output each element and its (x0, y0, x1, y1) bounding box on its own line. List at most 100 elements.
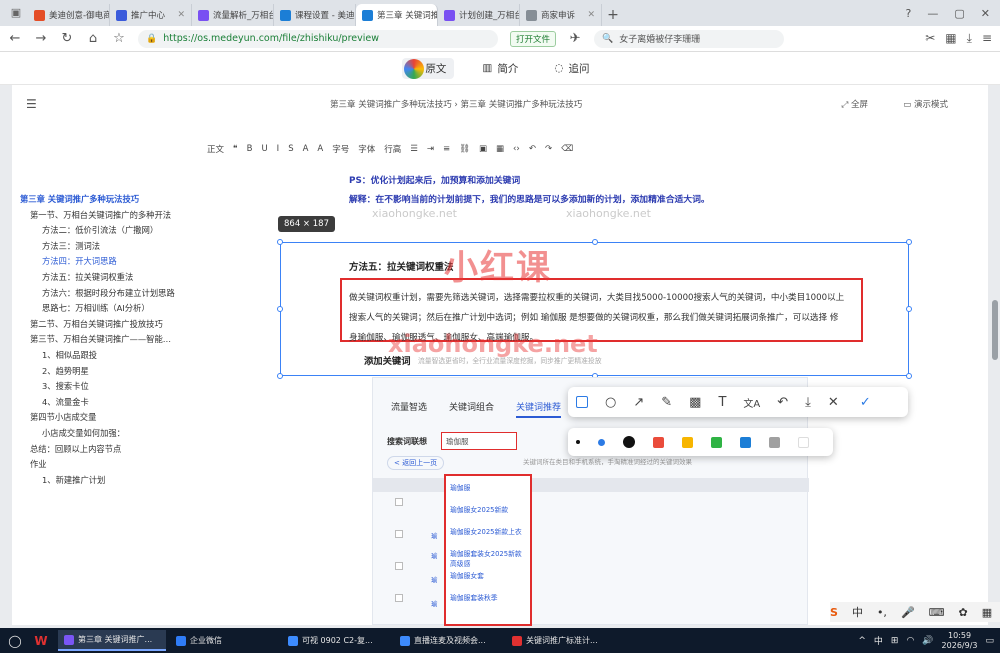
sidebar-toggle-icon[interactable]: ▣ (8, 5, 24, 21)
color-swatch[interactable] (740, 436, 751, 448)
resize-handle[interactable] (906, 306, 912, 312)
format-tool[interactable]: A (317, 144, 323, 154)
outline-item[interactable]: 小店成交量如何加强： (20, 427, 195, 443)
suggestion-item[interactable]: 瑜伽服套装女2025新款高级感 (446, 542, 530, 568)
outline-toggle-icon[interactable]: ☰ (26, 97, 37, 111)
outline-item[interactable]: 总结：回顾以上内容节点 (20, 443, 195, 459)
tab-qa[interactable]: ◌ 追问 (546, 58, 597, 79)
code-icon[interactable]: ‹› (513, 144, 520, 154)
taskbar-app[interactable]: 直播连麦及视频会... (394, 630, 502, 651)
mosaic-tool-icon[interactable]: ▩ (689, 395, 701, 410)
tab-close-icon[interactable]: ✕ (587, 10, 595, 20)
tab-close-icon[interactable]: ✕ (177, 10, 185, 20)
scissors-icon[interactable]: ✂ (925, 31, 935, 46)
clear-icon[interactable]: ⌫ (561, 144, 573, 154)
search-box[interactable]: 🔍 女子离婚被仔李珊珊 (594, 29, 785, 48)
keyboard-icon[interactable]: ⌨ (929, 606, 945, 619)
close-icon[interactable]: ✕ (828, 395, 839, 410)
page-scrollbar[interactable] (992, 300, 998, 360)
forward-icon[interactable]: → (34, 31, 48, 46)
format-tool[interactable]: 字号 (332, 143, 349, 155)
sogou-icon[interactable]: S (830, 606, 838, 619)
redo-icon[interactable]: ↷ (545, 144, 552, 154)
new-tab-button[interactable]: + (602, 4, 624, 26)
link-icon[interactable]: ⛓ (459, 144, 470, 154)
arrow-tool-icon[interactable]: ↗ (633, 395, 644, 410)
format-tool[interactable]: I (277, 144, 280, 154)
outline-item[interactable]: 第四节小店成交量 (20, 411, 195, 427)
download-icon[interactable]: ⤓ (967, 31, 972, 46)
outline-item[interactable]: 思路七：万相训练（AI分析） (20, 302, 195, 318)
url-field[interactable]: 🔒 https://os.medeyun.com/file/zhishiku/p… (138, 29, 498, 48)
stroke-large-dot[interactable] (623, 436, 635, 448)
outline-item[interactable]: 第一节、万相台关键词推广的多种开法 (20, 209, 195, 225)
indent-icon[interactable]: ⇥ (427, 144, 434, 154)
download-icon[interactable]: ⤓ (805, 395, 811, 410)
table-icon[interactable]: ▦ (496, 144, 504, 154)
suggestion-item[interactable]: 瑜伽服女2025新款上衣 (446, 520, 530, 542)
bookmark-icon[interactable]: ☆ (112, 31, 126, 46)
tab-summary[interactable]: ▥ 简介 (474, 58, 526, 79)
wps-icon[interactable]: W (32, 634, 50, 648)
suggestion-item[interactable]: 瑜伽服 (446, 476, 530, 498)
resize-handle[interactable] (906, 373, 912, 379)
format-tool[interactable]: B (247, 144, 253, 154)
row-checkbox[interactable] (395, 498, 403, 506)
stroke-small-dot[interactable] (576, 440, 580, 444)
present-button[interactable]: ▭ 演示模式 (903, 98, 948, 110)
tray-ime[interactable]: 中 (874, 634, 883, 647)
keyword-tab[interactable]: 流量智选 (391, 400, 427, 418)
color-swatch[interactable] (798, 436, 809, 448)
list-icon[interactable]: ☰ (410, 144, 418, 154)
resize-handle[interactable] (277, 306, 283, 312)
row-checkbox[interactable] (395, 562, 403, 570)
row-checkbox[interactable] (395, 530, 403, 538)
format-tool[interactable]: 行高 (384, 143, 401, 155)
outline-item[interactable]: 作业 (20, 458, 195, 474)
browser-tab[interactable]: 计划创建_万相台✕ (438, 4, 520, 26)
tray-expand-icon[interactable]: ^ (858, 636, 866, 646)
back-button[interactable]: < 返回上一页 (387, 456, 445, 470)
outline-item[interactable]: 1、新建推广计划 (20, 474, 195, 490)
undo-icon[interactable]: ↶ (529, 144, 536, 154)
back-icon[interactable]: ← (8, 31, 22, 46)
resize-handle[interactable] (277, 239, 283, 245)
mic-icon[interactable]: 🎤 (901, 606, 915, 619)
taskbar-app[interactable]: 第三章 关键词推广... (58, 630, 166, 651)
notification-icon[interactable]: ▭ (985, 636, 994, 646)
translate-tool-icon[interactable]: 文A (743, 395, 760, 410)
clock[interactable]: 10:59 2026/9/3 (942, 631, 978, 651)
row-checkbox[interactable] (395, 594, 403, 602)
outline-item[interactable]: 方法六：根据时段分布建立计划思路 (20, 287, 195, 303)
extensions-icon[interactable]: ▦ (945, 31, 956, 46)
text-tool-icon[interactable]: T (718, 395, 726, 410)
fullscreen-button[interactable]: ⤢ 全屏 (841, 98, 868, 110)
outline-item[interactable]: 1、相似品跟投 (20, 349, 195, 365)
color-swatch[interactable] (769, 436, 780, 448)
resize-handle[interactable] (906, 239, 912, 245)
color-swatch[interactable] (653, 436, 664, 448)
ime-mode[interactable]: 中 (852, 604, 863, 620)
format-tool[interactable]: 字体 (358, 143, 375, 155)
outline-item[interactable]: 2、趋势明星 (20, 365, 195, 381)
resize-handle[interactable] (277, 373, 283, 379)
outline-item[interactable]: 方法五：拉关键词权重法 (20, 271, 195, 287)
outline-item[interactable]: 4、流量金卡 (20, 396, 195, 412)
resize-handle[interactable] (592, 239, 598, 245)
format-tool[interactable]: A (303, 144, 309, 154)
keyword-tab[interactable]: 关键词组合 (449, 400, 494, 418)
menu-icon[interactable]: ≡ (982, 31, 992, 46)
outline-item[interactable]: 3、搜索卡位 (20, 380, 195, 396)
format-tool[interactable]: 正文 (207, 143, 224, 155)
volume-icon[interactable]: 🔊 (922, 636, 933, 646)
browser-tab[interactable]: 美迪创意-御电商✕ (28, 4, 110, 26)
outline-item[interactable]: 第三节、万相台关键词推广——智能… (20, 333, 195, 349)
skin-icon[interactable]: ✿ (959, 606, 968, 619)
browser-tab[interactable]: 课程设置 - 美迪之✕ (274, 4, 356, 26)
browser-tab[interactable]: 推广中心 ✕ (110, 4, 192, 26)
outline-item[interactable]: 第三章 关键词推广多种玩法技巧 (20, 193, 195, 209)
undo-icon[interactable]: ↶ (777, 395, 788, 410)
search-icon[interactable]: ◯ (6, 634, 24, 648)
color-swatch[interactable] (711, 436, 722, 448)
suggestion-item[interactable]: 瑜伽服套装秋季 (446, 586, 530, 608)
